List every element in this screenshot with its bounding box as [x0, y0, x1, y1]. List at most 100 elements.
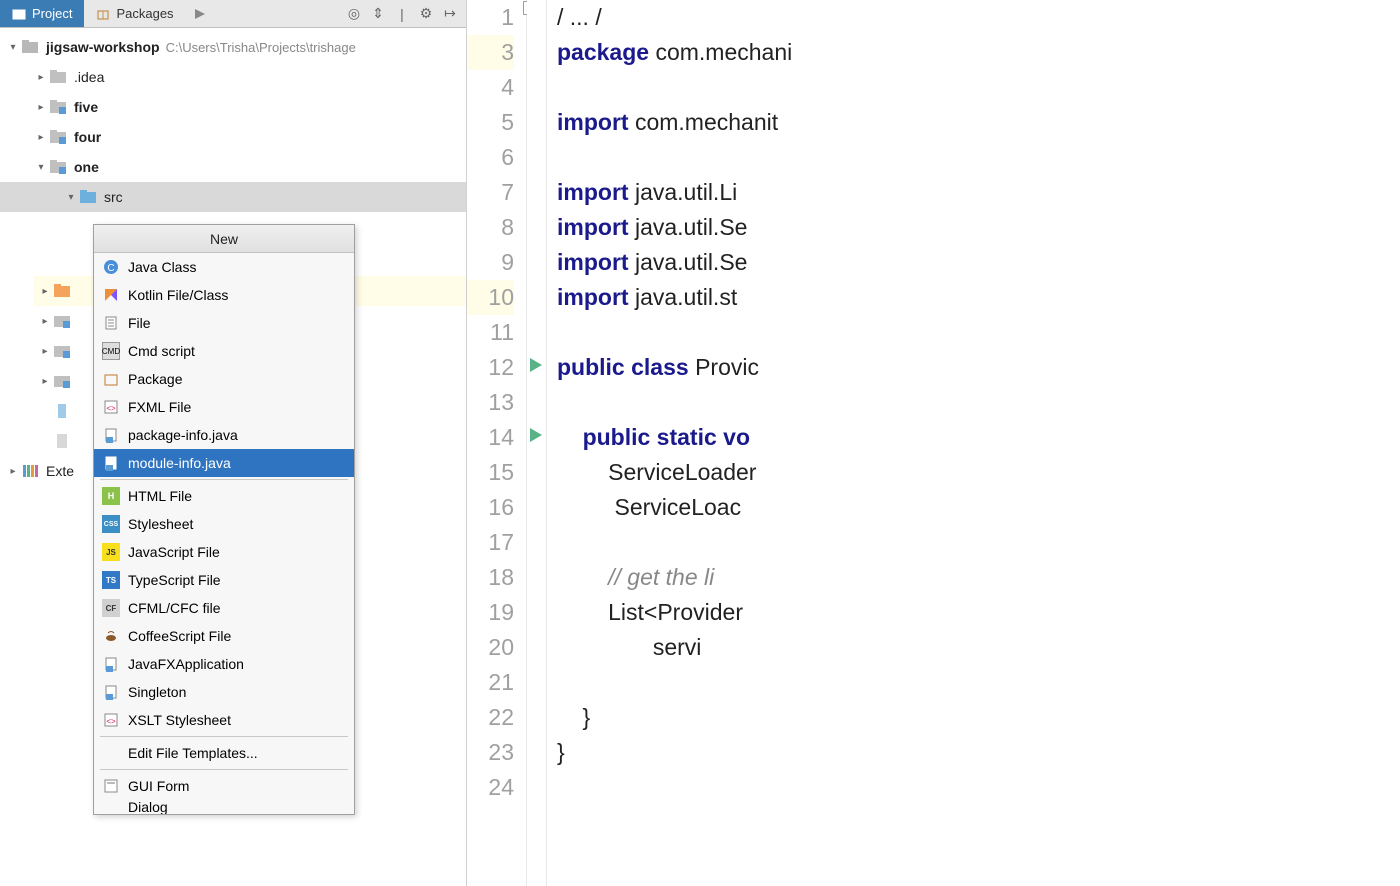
line-number: 5: [467, 105, 514, 140]
tree-five[interactable]: ▸ five: [0, 92, 466, 122]
gear-icon[interactable]: ⚙: [418, 6, 434, 22]
tree-root[interactable]: ▾ jigsaw-workshop C:\Users\Trisha\Projec…: [0, 32, 466, 62]
divider-icon: |: [394, 6, 410, 22]
module-folder-icon: [50, 128, 68, 146]
tree-four[interactable]: ▸ four: [0, 122, 466, 152]
four-label: four: [74, 129, 101, 145]
chevron-right-icon[interactable]: ▸: [38, 346, 52, 357]
ctx-singleton[interactable]: Singleton: [94, 678, 354, 706]
tree-src[interactable]: ▾ src: [0, 182, 466, 212]
root-name: jigsaw-workshop: [46, 39, 160, 55]
module-folder-icon: [50, 98, 68, 116]
line-number: 10: [467, 280, 514, 315]
chevron-right-icon[interactable]: ▸: [38, 376, 52, 387]
ctx-cfml[interactable]: CFCFML/CFC file: [94, 594, 354, 622]
collapse-icon[interactable]: ⇕: [370, 6, 386, 22]
line-number: 12: [467, 350, 514, 385]
project-icon: [12, 7, 26, 21]
chevron-right-icon[interactable]: ▸: [34, 132, 48, 143]
chevron-right-icon[interactable]: ▸: [6, 466, 20, 477]
chevron-down-icon[interactable]: ▾: [6, 42, 20, 53]
new-context-menu: New CJava Class Kotlin File/Class File C…: [93, 224, 355, 815]
line-number: 20: [467, 630, 514, 665]
ctx-cmd[interactable]: CMDCmd script: [94, 337, 354, 365]
folder-icon: [22, 38, 40, 56]
ctx-coffee[interactable]: CoffeeScript File: [94, 622, 354, 650]
svg-text:C: C: [107, 263, 114, 274]
run-gutter-icon[interactable]: [530, 428, 544, 442]
module-folder-icon: [54, 342, 72, 360]
folder-orange-icon: [54, 282, 72, 300]
tree-one[interactable]: ▾ one: [0, 152, 466, 182]
line-number: 16: [467, 490, 514, 525]
ctx-kotlin[interactable]: Kotlin File/Class: [94, 281, 354, 309]
ctx-java-class[interactable]: CJava Class: [94, 253, 354, 281]
module-folder-icon: [54, 312, 72, 330]
root-path: C:\Users\Trisha\Projects\trishage: [166, 40, 356, 55]
run-gutter-icon[interactable]: [530, 358, 544, 372]
chevron-right-icon[interactable]: ▸: [34, 72, 48, 83]
folded-region[interactable]: / ... /: [557, 4, 602, 30]
library-icon: [22, 462, 40, 480]
target-icon[interactable]: ◎: [346, 6, 362, 22]
ctx-separator: [100, 769, 348, 770]
ctx-file[interactable]: File: [94, 309, 354, 337]
line-number: 17: [467, 525, 514, 560]
ctx-separator: [100, 736, 348, 737]
module-folder-icon: [54, 372, 72, 390]
ctx-fxml[interactable]: <>FXML File: [94, 393, 354, 421]
fxml-icon: <>: [102, 398, 120, 416]
tab-project[interactable]: Project: [0, 0, 84, 27]
line-number: 15: [467, 455, 514, 490]
file-icon: [54, 432, 72, 450]
ctx-separator: [100, 479, 348, 480]
cfml-icon: CF: [102, 599, 120, 617]
ctx-js[interactable]: JSJavaScript File: [94, 538, 354, 566]
file-icon: [102, 314, 120, 332]
run-triangle-icon[interactable]: [192, 6, 208, 22]
tree-idea[interactable]: ▸ .idea: [0, 62, 466, 92]
line-number: 24: [467, 770, 514, 805]
svg-text:<>: <>: [106, 404, 116, 413]
ctx-gui-form[interactable]: GUI Form: [94, 772, 354, 800]
tab-toolbar: ◎ ⇕ | ⚙ ↦: [346, 6, 466, 22]
src-folder-icon: [80, 188, 98, 206]
hide-icon[interactable]: ↦: [442, 6, 458, 22]
ctx-modinfo[interactable]: module-info.java: [94, 449, 354, 477]
line-number: 21: [467, 665, 514, 700]
chevron-right-icon[interactable]: ▸: [34, 102, 48, 113]
chevron-right-icon[interactable]: ▸: [38, 286, 52, 297]
svg-text:<>: <>: [106, 717, 116, 726]
line-number: 9: [467, 245, 514, 280]
css-icon: CSS: [102, 515, 120, 533]
external-label: Exte: [46, 463, 74, 479]
ctx-jfx[interactable]: JavaFXApplication: [94, 650, 354, 678]
java-file-icon: [102, 655, 120, 673]
ctx-ts[interactable]: TSTypeScript File: [94, 566, 354, 594]
ctx-pkginfo[interactable]: package-info.java: [94, 421, 354, 449]
ctx-css[interactable]: CSSStylesheet: [94, 510, 354, 538]
ctx-edit-templates[interactable]: Edit File Templates...: [94, 739, 354, 767]
tab-packages[interactable]: Packages: [84, 0, 185, 27]
line-number: 14: [467, 420, 514, 455]
line-number: 22: [467, 700, 514, 735]
chevron-down-icon[interactable]: ▾: [34, 162, 48, 173]
tabbar: Project Packages ◎ ⇕ | ⚙ ↦: [0, 0, 466, 28]
packages-icon: [96, 7, 110, 21]
cmd-icon: CMD: [102, 342, 120, 360]
ctx-html[interactable]: HHTML File: [94, 482, 354, 510]
form-icon: [102, 777, 120, 795]
line-number: 11: [467, 315, 514, 350]
java-file-icon: [102, 683, 120, 701]
five-label: five: [74, 99, 98, 115]
kotlin-icon: [102, 286, 120, 304]
code-area[interactable]: / ... / package com.mechani import com.m…: [547, 0, 1400, 886]
ctx-xslt[interactable]: <>XSLT Stylesheet: [94, 706, 354, 734]
module-folder-icon: [50, 158, 68, 176]
js-icon: JS: [102, 543, 120, 561]
chevron-down-icon[interactable]: ▾: [64, 192, 78, 203]
ctx-package[interactable]: Package: [94, 365, 354, 393]
chevron-right-icon[interactable]: ▸: [38, 316, 52, 327]
ctx-dialog[interactable]: Dialog: [94, 800, 354, 814]
editor[interactable]: + 1 3 4 5 6 7 8 9 10 11 12 13 14 15 16 1…: [467, 0, 1400, 886]
